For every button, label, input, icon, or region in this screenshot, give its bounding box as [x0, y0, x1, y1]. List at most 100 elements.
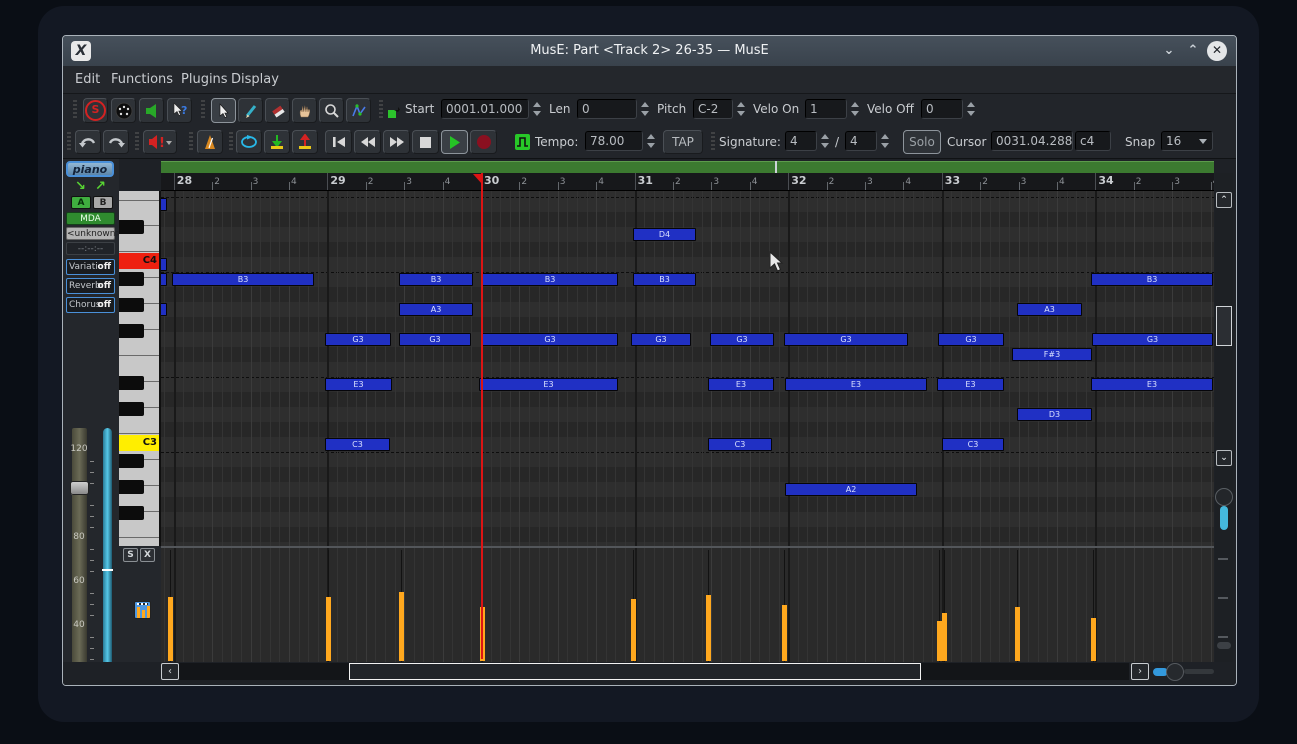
minimize-icon[interactable]: ⌄: [1159, 41, 1179, 61]
piano-key-white[interactable]: [119, 539, 161, 546]
snap-dropdown[interactable]: 16: [1161, 131, 1213, 151]
velocity-bar[interactable]: [706, 595, 711, 661]
arrow-down-right-icon[interactable]: ↘: [75, 179, 86, 194]
velocity-fader-knob[interactable]: [70, 481, 89, 495]
solo-button[interactable]: Solo: [903, 130, 941, 154]
forward-button[interactable]: [383, 130, 410, 154]
vertical-zoom-knob[interactable]: [1215, 488, 1233, 506]
velocity-bar[interactable]: [1091, 618, 1096, 661]
highlighted-key-c3[interactable]: C3: [119, 435, 161, 451]
reverb-control[interactable]: Reverb: off: [66, 278, 115, 294]
scroll-left-button[interactable]: ‹: [161, 663, 179, 680]
loop-button[interactable]: [236, 130, 262, 154]
midi-note[interactable]: A3: [399, 303, 473, 316]
velo-on-spinner[interactable]: [849, 100, 860, 118]
sig-numerator-field[interactable]: 4: [785, 131, 817, 151]
midi-note[interactable]: B3: [482, 273, 618, 286]
metronome-button[interactable]: [197, 130, 223, 154]
piano-key-black[interactable]: [119, 506, 144, 520]
punch-out-button[interactable]: [292, 130, 318, 154]
chorus-control[interactable]: Chorus: off: [66, 297, 115, 313]
record-button[interactable]: [470, 130, 497, 154]
draw-line-tool-button[interactable]: [346, 98, 371, 123]
redo-button[interactable]: [103, 130, 129, 154]
pitch-spinner[interactable]: [735, 100, 746, 118]
piano-key-black[interactable]: [119, 480, 144, 494]
scroll-right-button[interactable]: ›: [1131, 663, 1149, 680]
midi-note[interactable]: B3: [399, 273, 473, 286]
ab-a-button[interactable]: A: [71, 196, 91, 209]
arrow-up-right-icon[interactable]: ↗: [95, 179, 106, 194]
level-fader[interactable]: [103, 428, 112, 686]
midi-note[interactable]: A3: [1017, 303, 1082, 316]
toolbar-handle[interactable]: [711, 132, 715, 152]
vertical-scrollbar-thumb[interactable]: [1216, 306, 1232, 346]
piano-key-black[interactable]: [119, 324, 144, 338]
pointer-tool-button[interactable]: [211, 98, 236, 123]
tempo-spinner[interactable]: [645, 132, 656, 150]
pan-tool-button[interactable]: [292, 98, 317, 123]
toolbar-handle[interactable]: [135, 132, 139, 152]
output-port-button[interactable]: <unknown>: [66, 227, 115, 240]
velo-off-field[interactable]: 0: [921, 99, 963, 119]
maximize-icon[interactable]: ⌃: [1183, 41, 1203, 61]
midi-note[interactable]: C3: [708, 438, 772, 451]
midi-note[interactable]: E3: [325, 378, 392, 391]
note-canvas[interactable]: D4B3B3B3B3B3A3A3G3G3G3G3G3G3G3G3F#3E3E3E…: [161, 191, 1214, 546]
playhead-flag-icon[interactable]: [473, 174, 482, 184]
horizontal-zoom-track[interactable]: [1184, 669, 1214, 674]
piano-key-black[interactable]: [119, 402, 144, 416]
midi-feedback-button[interactable]: !: [143, 130, 177, 154]
sig-denominator-field[interactable]: 4: [845, 131, 877, 151]
midi-note[interactable]: G3: [710, 333, 774, 346]
midi-note-fragment[interactable]: [161, 198, 167, 211]
close-icon[interactable]: ✕: [1207, 41, 1227, 61]
patch-name-button[interactable]: MDA Piano: [66, 212, 115, 225]
len-field[interactable]: 0: [577, 99, 637, 119]
pencil-tool-button[interactable]: [238, 98, 263, 123]
title-bar[interactable]: X MusE: Part <Track 2> 26-35 — MusE ⌄ ⌃ …: [63, 36, 1236, 66]
midi-note[interactable]: E3: [708, 378, 774, 391]
horizontal-zoom-knob[interactable]: [1166, 663, 1184, 681]
midi-note[interactable]: E3: [785, 378, 927, 391]
menu-edit[interactable]: Edit: [69, 66, 106, 94]
part-strip[interactable]: [161, 161, 1214, 173]
rewind-start-button[interactable]: [325, 130, 352, 154]
midi-note[interactable]: B3: [172, 273, 314, 286]
midi-note[interactable]: C3: [942, 438, 1004, 451]
midi-note[interactable]: B3: [633, 273, 696, 286]
len-spinner[interactable]: [639, 100, 650, 118]
highlighted-key-c4[interactable]: C4: [119, 253, 161, 269]
midi-note[interactable]: B3: [1091, 273, 1213, 286]
piano-tab[interactable]: piano: [66, 161, 114, 177]
midi-note[interactable]: G3: [631, 333, 691, 346]
velocity-bar[interactable]: [631, 599, 636, 661]
midi-note[interactable]: D4: [633, 228, 696, 241]
horizontal-scrollbar-thumb[interactable]: [349, 663, 921, 680]
zoom-tool-button[interactable]: [319, 98, 344, 123]
midi-note[interactable]: G3: [1092, 333, 1213, 346]
midi-note[interactable]: E3: [479, 378, 618, 391]
velocity-bar[interactable]: [326, 597, 331, 661]
velocity-bar[interactable]: [399, 592, 404, 661]
midi-note[interactable]: G3: [784, 333, 908, 346]
toolbar-handle[interactable]: [201, 100, 205, 120]
tempo-field[interactable]: 78.00: [585, 131, 643, 151]
timeline-ruler[interactable]: 28234292343023431234322343323434234: [161, 173, 1214, 191]
controller-select-icon[interactable]: [134, 601, 151, 619]
piano-key-black[interactable]: [119, 298, 144, 312]
sig-den-spinner[interactable]: [879, 132, 890, 150]
midi-note[interactable]: E3: [1091, 378, 1213, 391]
stop-button[interactable]: [412, 130, 439, 154]
midi-note[interactable]: C3: [325, 438, 390, 451]
midi-note[interactable]: A2: [785, 483, 917, 496]
midi-note[interactable]: G3: [938, 333, 1004, 346]
rewind-button[interactable]: [354, 130, 381, 154]
midi-note-fragment[interactable]: [161, 273, 167, 286]
midi-note[interactable]: G3: [482, 333, 618, 346]
whats-this-button[interactable]: ?: [167, 98, 192, 123]
speaker-button[interactable]: [139, 98, 164, 123]
midi-note-fragment[interactable]: [161, 258, 167, 271]
pitch-field[interactable]: C-2: [693, 99, 733, 119]
toolbar-handle[interactable]: [73, 100, 77, 120]
